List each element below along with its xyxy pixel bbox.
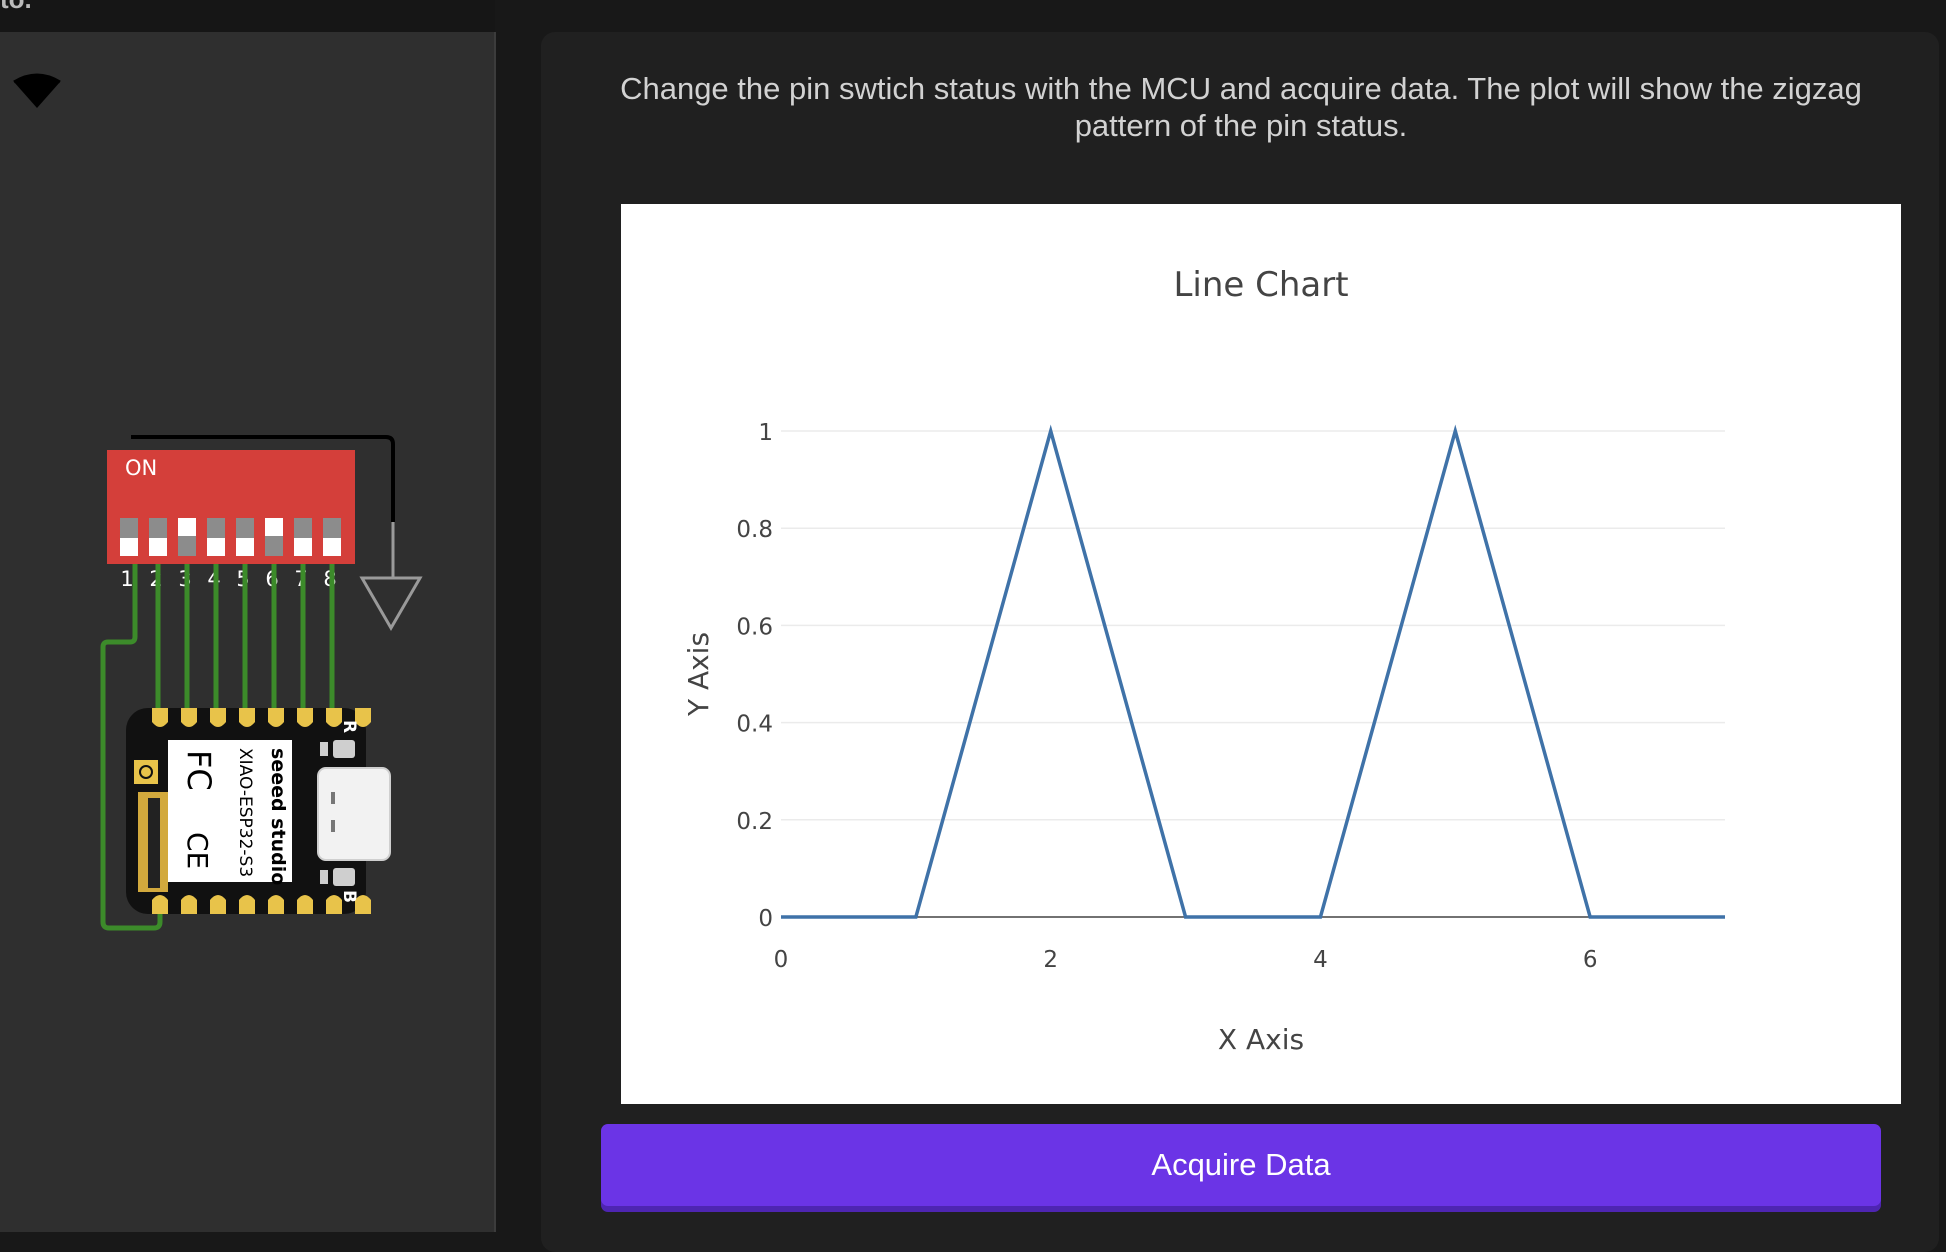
bottom-pad xyxy=(268,895,284,914)
y-tick-label: 0.2 xyxy=(736,809,773,835)
main-panel: Change the pin swtich status with the MC… xyxy=(541,32,1939,1252)
reset-label: R xyxy=(339,720,359,733)
ce-mark: CE xyxy=(181,832,214,869)
dip-toggle-1[interactable] xyxy=(120,518,138,556)
y-tick-label: 1 xyxy=(758,420,773,446)
top-pad xyxy=(181,708,197,727)
circuit-diagram: ON 12345678 FC CE XIAO-ESP32-S3 seeed st… xyxy=(13,73,423,931)
top-pad xyxy=(268,708,284,727)
board-brand: seeed studio xyxy=(267,748,289,885)
y-axis-label: Y Axis xyxy=(682,632,715,717)
series-line xyxy=(781,424,1725,919)
window-title-fragment: to. xyxy=(0,0,32,15)
top-pad xyxy=(210,708,226,727)
top-pad xyxy=(239,708,255,727)
line-chart[interactable]: Line Chart 0 0.2 0.4 0.6 0.8 1 0 2 4 6 X Axis Y … xyxy=(621,204,1901,1104)
bottom-pad xyxy=(152,895,168,914)
chart-svg: Line Chart 0 0.2 0.4 0.6 0.8 1 0 2 4 6 X Axis Y … xyxy=(682,265,1725,1056)
bottom-pad xyxy=(181,895,197,914)
x-axis-label: X Axis xyxy=(1218,1023,1304,1056)
board-model: XIAO-ESP32-S3 xyxy=(235,748,255,877)
wifi-icon xyxy=(13,73,61,108)
dip-toggle-2[interactable] xyxy=(149,518,167,556)
y-tick-label: 0 xyxy=(758,906,773,932)
boot-label: B xyxy=(339,890,359,903)
x-tick-label: 2 xyxy=(1043,947,1058,973)
dip-number-1: 1 xyxy=(120,567,133,591)
acquire-data-button[interactable]: Acquire Data xyxy=(601,1124,1881,1206)
x-tick-label: 0 xyxy=(774,947,789,973)
x-tick-label: 4 xyxy=(1313,947,1328,973)
title-bar: to. xyxy=(0,0,495,32)
bottom-pad xyxy=(297,895,313,914)
dip-toggle-6[interactable] xyxy=(265,518,283,556)
y-tick-label: 0.6 xyxy=(736,614,773,640)
dip-toggle-8[interactable] xyxy=(323,518,341,556)
bottom-pad xyxy=(210,895,226,914)
ground-symbol-icon xyxy=(359,522,423,631)
dip-switch[interactable]: ON 12345678 xyxy=(107,450,355,591)
bottom-pad xyxy=(239,895,255,914)
y-tick-label: 0.8 xyxy=(736,517,773,543)
dip-toggle-4[interactable] xyxy=(207,518,225,556)
top-pad xyxy=(297,708,313,727)
top-pad xyxy=(152,708,168,727)
dip-toggle-3[interactable] xyxy=(178,518,196,556)
x-tick-label: 6 xyxy=(1583,947,1598,973)
y-tick-label: 0.4 xyxy=(736,712,773,738)
instruction-text: Change the pin swtich status with the MC… xyxy=(620,71,1862,143)
dip-toggle-7[interactable] xyxy=(294,518,312,556)
circuit-panel: ON 12345678 FC CE XIAO-ESP32-S3 seeed st… xyxy=(0,32,496,1232)
dip-toggle-5[interactable] xyxy=(236,518,254,556)
xiao-esp32-s3-board: FC CE XIAO-ESP32-S3 seeed studio R B xyxy=(126,708,391,914)
dip-switch-on-label: ON xyxy=(125,456,157,480)
fcc-mark: FC xyxy=(180,750,218,791)
chart-title: Line Chart xyxy=(1173,265,1348,305)
